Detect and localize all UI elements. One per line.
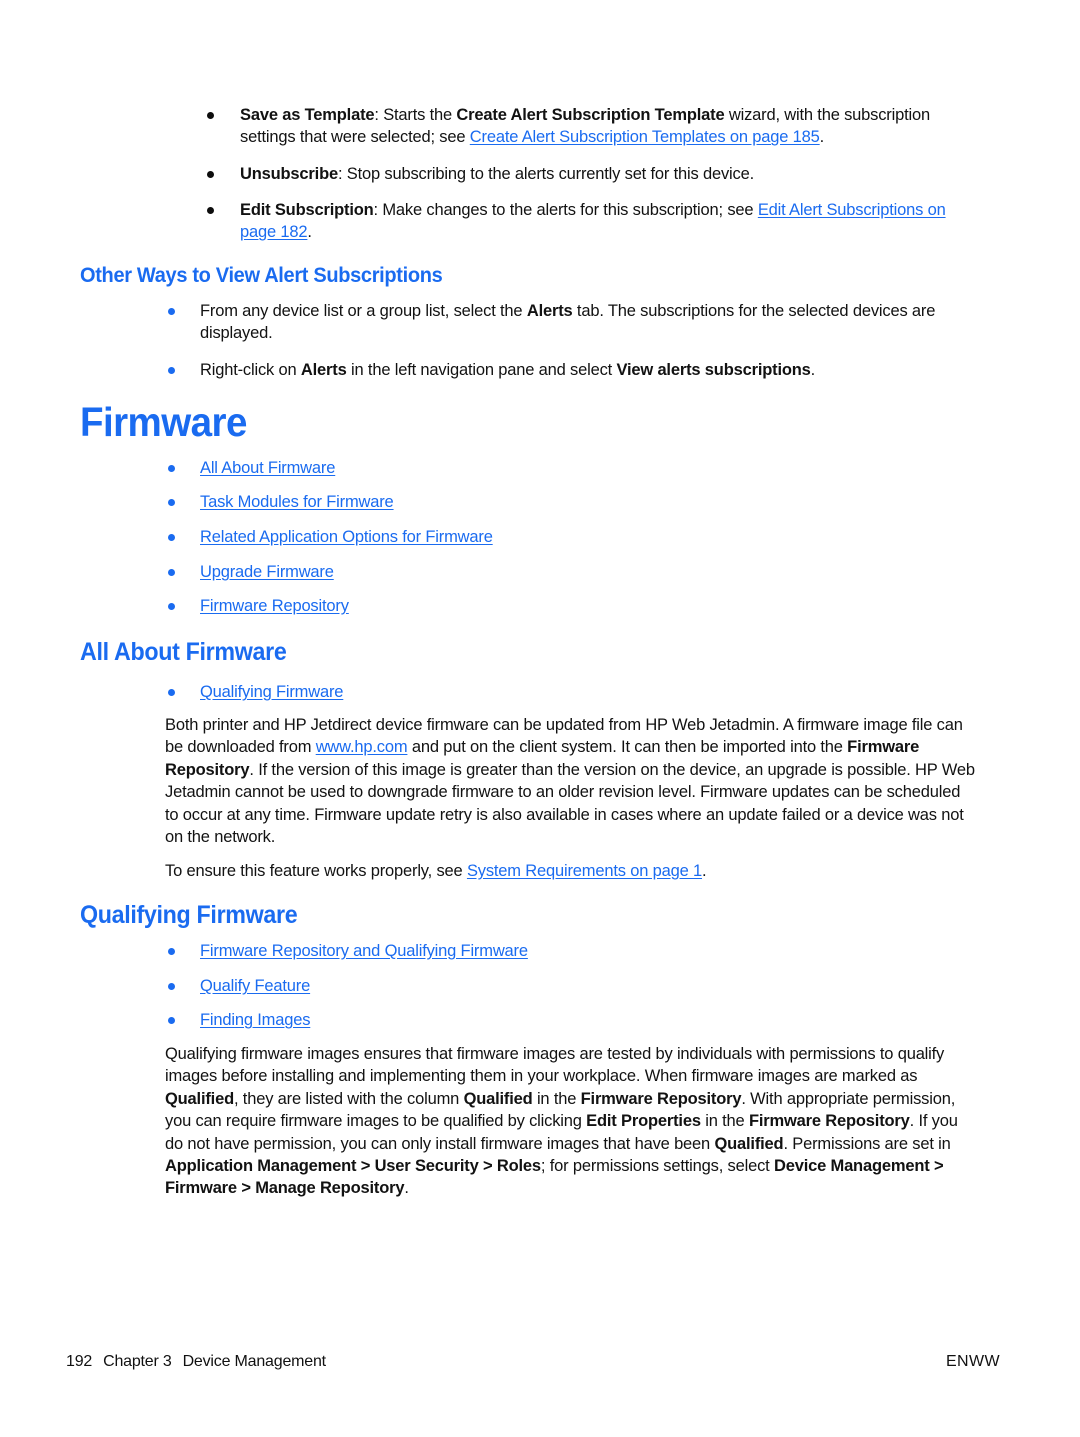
- list-item: Qualifying Firmware: [0, 681, 976, 703]
- list-item-text: Firmware Repository: [200, 595, 976, 617]
- toc-link[interactable]: Qualifying Firmware: [200, 683, 343, 701]
- document-page: Save as Template: Starts the Create Aler…: [0, 0, 1080, 1437]
- bullet-icon: [168, 308, 175, 315]
- bullet-icon: [168, 983, 175, 990]
- bullet-icon: [168, 948, 175, 955]
- list-item-text: From any device list or a group list, se…: [200, 302, 936, 343]
- toc-link[interactable]: Finding Images: [200, 1011, 310, 1029]
- list-item: Upgrade Firmware: [0, 561, 976, 583]
- toc-link[interactable]: Firmware Repository: [200, 597, 349, 615]
- bullet-icon: [168, 603, 175, 610]
- list-item-text: Related Application Options for Firmware: [200, 526, 976, 548]
- toc-link[interactable]: Firmware Repository and Qualifying Firmw…: [200, 942, 528, 960]
- paragraph-system-requirements: To ensure this feature works properly, s…: [165, 862, 707, 880]
- list-item-text: Unsubscribe: Stop subscribing to the ale…: [240, 165, 754, 183]
- toc-link[interactable]: Qualify Feature: [200, 977, 310, 995]
- list-item: Edit Subscription: Make changes to the a…: [0, 199, 976, 244]
- list-item: Related Application Options for Firmware: [0, 526, 976, 548]
- term-emphasis: Create Alert Subscription Template: [456, 106, 725, 124]
- list-item-text: Right-click on Alerts in the left naviga…: [200, 361, 816, 379]
- toc-link[interactable]: Related Application Options for Firmware: [200, 528, 493, 546]
- page-footer: 192 Chapter 3 Device Management ENWW: [0, 1350, 1080, 1374]
- list-item: All About Firmware: [0, 457, 976, 479]
- term-label: Edit Subscription: [240, 201, 374, 219]
- list-item: Unsubscribe: Stop subscribing to the ale…: [0, 163, 976, 185]
- bullet-icon: [207, 207, 214, 214]
- bullet-icon: [168, 689, 175, 696]
- footer-locale-code: ENWW: [945, 1353, 1000, 1370]
- list-item-text: Upgrade Firmware: [200, 561, 976, 583]
- list-item-text: Qualifying Firmware: [200, 681, 976, 703]
- list-item: Right-click on Alerts in the left naviga…: [0, 359, 976, 381]
- chapter-title: Device Management: [182, 1353, 327, 1370]
- chapter-label: Chapter 3: [103, 1353, 172, 1370]
- list-item: Qualify Feature: [0, 975, 976, 997]
- paragraph-firmware-overview: Both printer and HP Jetdirect device fir…: [165, 716, 975, 847]
- bullet-icon: [207, 112, 214, 119]
- bullet-icon: [168, 569, 175, 576]
- toc-link[interactable]: All About Firmware: [200, 459, 335, 477]
- cross-reference-link[interactable]: Create Alert Subscription Templates on p…: [470, 128, 820, 146]
- section-heading-other-ways: Other Ways to View Alert Subscriptions: [80, 263, 443, 287]
- list-item: Firmware Repository: [0, 595, 976, 617]
- toc-link[interactable]: Task Modules for Firmware: [200, 493, 394, 511]
- page-number: 192: [66, 1353, 93, 1370]
- page-title-firmware: Firmware: [80, 399, 247, 445]
- bullet-icon: [168, 367, 175, 374]
- section-heading-qualifying-firmware: Qualifying Firmware: [80, 901, 298, 929]
- list-item-text: Firmware Repository and Qualifying Firmw…: [200, 940, 976, 962]
- external-link-hp[interactable]: www.hp.com: [316, 738, 408, 756]
- list-item-text: Finding Images: [200, 1009, 976, 1031]
- list-item: From any device list or a group list, se…: [0, 300, 976, 345]
- list-item-text: All About Firmware: [200, 457, 976, 479]
- bullet-icon: [207, 171, 214, 178]
- list-item: Save as Template: Starts the Create Aler…: [0, 104, 976, 149]
- list-item-text: Task Modules for Firmware: [200, 491, 976, 513]
- list-item: Firmware Repository and Qualifying Firmw…: [0, 940, 976, 962]
- bullet-icon: [168, 465, 175, 472]
- term-label: Save as Template: [240, 106, 375, 124]
- list-item-text: Edit Subscription: Make changes to the a…: [240, 201, 946, 242]
- paragraph-qualifying-firmware: Qualifying firmware images ensures that …: [165, 1045, 958, 1198]
- list-item-text: Save as Template: Starts the Create Aler…: [240, 106, 930, 147]
- list-item: Task Modules for Firmware: [0, 491, 976, 513]
- term-label: Unsubscribe: [240, 165, 338, 183]
- list-item: Finding Images: [0, 1009, 976, 1031]
- cross-reference-link[interactable]: System Requirements on page 1: [467, 862, 702, 880]
- footer-left: 192 Chapter 3 Device Management: [66, 1350, 326, 1374]
- list-item-text: Qualify Feature: [200, 975, 976, 997]
- bullet-icon: [168, 1017, 175, 1024]
- section-heading-all-about-firmware: All About Firmware: [80, 638, 287, 666]
- toc-link[interactable]: Upgrade Firmware: [200, 563, 334, 581]
- bullet-icon: [168, 499, 175, 506]
- bullet-icon: [168, 534, 175, 541]
